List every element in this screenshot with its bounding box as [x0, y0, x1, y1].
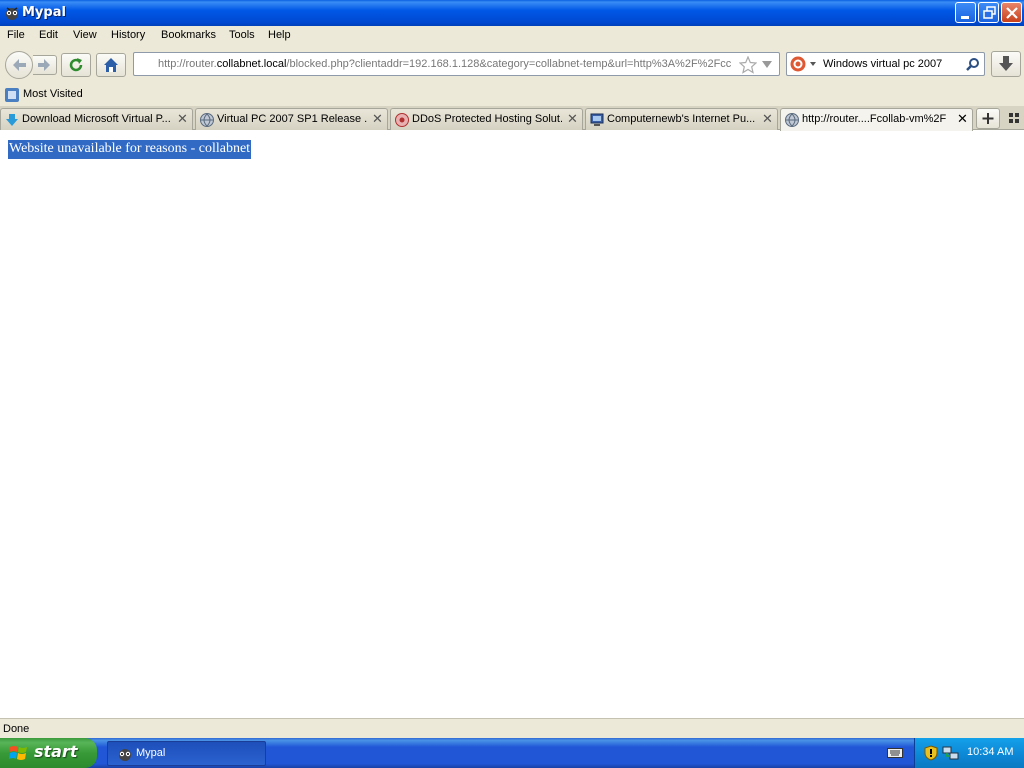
tab-strip: Download Microsoft Virtual P... ✕ Virtua… — [0, 106, 1024, 131]
blocked-message: Website unavailable for reasons - collab… — [8, 140, 252, 159]
forward-arrow-icon — [38, 59, 50, 71]
page-content: Website unavailable for reasons - collab… — [0, 131, 1024, 718]
back-arrow-icon — [13, 59, 26, 71]
clock: 10:34 AM — [967, 746, 1014, 758]
menu-bookmarks[interactable]: Bookmarks — [161, 29, 216, 41]
url-text: http://router.collabnet.local/blocked.ph… — [158, 58, 733, 70]
tab-close-icon[interactable]: ✕ — [957, 112, 968, 127]
download-arrow-icon — [999, 56, 1013, 71]
status-bar: Done — [0, 718, 1024, 738]
tab-label: DDoS Protected Hosting Solut... — [412, 113, 562, 125]
back-button[interactable] — [5, 51, 33, 79]
security-shield-icon[interactable] — [924, 745, 938, 761]
title-bar[interactable]: Mypal — [0, 0, 1024, 26]
taskbar-item-label: Mypal — [136, 747, 166, 759]
url-prefix: http://router. — [158, 58, 217, 70]
tab-router-blocked-page[interactable]: http://router....Fcollab-vm%2F ✕ — [780, 108, 973, 131]
bookmark-star-icon[interactable] — [739, 56, 757, 74]
menu-view[interactable]: View — [73, 29, 97, 41]
taskbar: start Mypal 10:34 AM — [0, 738, 1024, 768]
tab-close-icon[interactable]: ✕ — [567, 112, 578, 127]
tab-label: Virtual PC 2007 SP1 Release ... — [217, 113, 367, 125]
restore-button[interactable] — [978, 2, 999, 23]
tab-computernewbs-internet[interactable]: Computernewb's Internet Pu... ✕ — [585, 108, 778, 130]
search-bar[interactable]: Windows virtual pc 2007 — [786, 52, 985, 76]
menu-bar: File Edit View History Bookmarks Tools H… — [0, 26, 1024, 46]
tab-download-microsoft-virtual-pc[interactable]: Download Microsoft Virtual P... ✕ — [0, 108, 193, 130]
close-icon — [1006, 7, 1018, 19]
start-button[interactable]: start — [0, 738, 97, 768]
tab-label: Download Microsoft Virtual P... — [22, 113, 171, 125]
tab-close-icon[interactable]: ✕ — [177, 112, 188, 127]
home-icon — [104, 58, 118, 72]
menu-history[interactable]: History — [111, 29, 145, 41]
start-label: start — [34, 742, 78, 761]
tab-virtual-pc-2007-sp1[interactable]: Virtual PC 2007 SP1 Release ... ✕ — [195, 108, 388, 130]
tab-label: Computernewb's Internet Pu... — [607, 113, 756, 125]
tab-close-icon[interactable]: ✕ — [372, 112, 383, 127]
menu-tools[interactable]: Tools — [229, 29, 255, 41]
reload-icon — [69, 58, 83, 72]
close-button[interactable] — [1001, 2, 1022, 23]
menu-help[interactable]: Help — [268, 29, 291, 41]
duckduckgo-engine-icon[interactable] — [790, 56, 820, 73]
windows-logo-icon — [9, 746, 27, 760]
new-tab-button[interactable] — [976, 108, 1000, 129]
url-rest: /blocked.php?clientaddr=192.168.1.128&ca… — [286, 58, 732, 70]
window-title: Mypal — [22, 5, 66, 20]
keyboard-icon[interactable] — [887, 747, 903, 759]
most-visited-icon — [5, 88, 19, 102]
mypal-app-icon — [6, 7, 18, 20]
minimize-button[interactable] — [955, 2, 976, 23]
restore-icon — [983, 6, 996, 19]
system-tray: 10:34 AM — [914, 738, 1024, 768]
page-favicon — [139, 58, 153, 72]
most-visited-link[interactable]: Most Visited — [23, 88, 83, 100]
computer-favicon — [590, 113, 604, 126]
plus-icon — [982, 113, 994, 124]
menu-edit[interactable]: Edit — [39, 29, 58, 41]
download-favicon — [6, 114, 18, 126]
downloads-button[interactable] — [991, 51, 1021, 77]
globe-favicon — [200, 113, 214, 127]
network-icon[interactable] — [942, 745, 960, 761]
mypal-app-icon — [119, 749, 131, 761]
globe-favicon — [785, 113, 799, 127]
reload-button[interactable] — [61, 53, 91, 77]
status-text: Done — [3, 723, 30, 735]
minimize-icon — [961, 16, 969, 19]
tab-ddos-protected-hosting[interactable]: DDoS Protected Hosting Solut... ✕ — [390, 108, 583, 130]
tab-label: http://router....Fcollab-vm%2F — [802, 113, 947, 125]
list-all-tabs-icon[interactable] — [1008, 112, 1020, 124]
taskbar-item-mypal[interactable]: Mypal — [107, 741, 266, 766]
url-bar[interactable]: http://router.collabnet.local/blocked.ph… — [133, 52, 780, 76]
home-button[interactable] — [96, 53, 126, 77]
url-dropdown-icon[interactable] — [761, 60, 773, 70]
bookmarks-toolbar: Most Visited — [0, 84, 1024, 106]
ddos-favicon — [395, 113, 409, 127]
forward-button[interactable] — [33, 55, 57, 75]
menu-file[interactable]: File — [7, 29, 25, 41]
search-icon[interactable] — [965, 57, 981, 73]
tab-close-icon[interactable]: ✕ — [762, 112, 773, 127]
url-host: collabnet.local — [216, 58, 287, 70]
search-input[interactable]: Windows virtual pc 2007 — [823, 58, 942, 70]
